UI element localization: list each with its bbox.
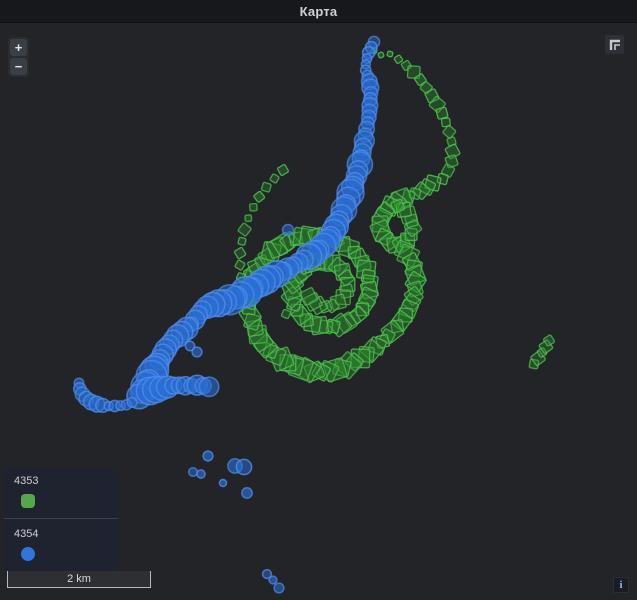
legend-divider — [4, 518, 118, 519]
scale-bar: 2 km — [7, 571, 151, 588]
legend-series-label[interactable]: 4354 — [14, 528, 108, 540]
corner-tool-button[interactable] — [605, 35, 624, 54]
corner-icon — [608, 38, 621, 51]
legend-series-label[interactable]: 4353 — [14, 475, 108, 487]
legend: 4353 4354 — [4, 468, 118, 571]
legend-entry-4353[interactable]: 4353 — [14, 475, 108, 508]
legend-entry-4354[interactable]: 4354 — [14, 528, 108, 561]
panel-title: Карта — [300, 4, 338, 19]
scale-label: 2 km — [67, 573, 91, 585]
map-panel: Карта + − 4353 4354 2 km i — [0, 0, 637, 600]
zoom-in-button[interactable]: + — [10, 39, 27, 56]
panel-header[interactable]: Карта — [0, 0, 637, 23]
legend-swatch-circle — [21, 547, 35, 561]
zoom-out-button[interactable]: − — [10, 58, 27, 75]
attribution-button[interactable]: i — [613, 577, 629, 593]
legend-swatch-square — [21, 494, 35, 508]
zoom-controls: + − — [8, 37, 29, 77]
